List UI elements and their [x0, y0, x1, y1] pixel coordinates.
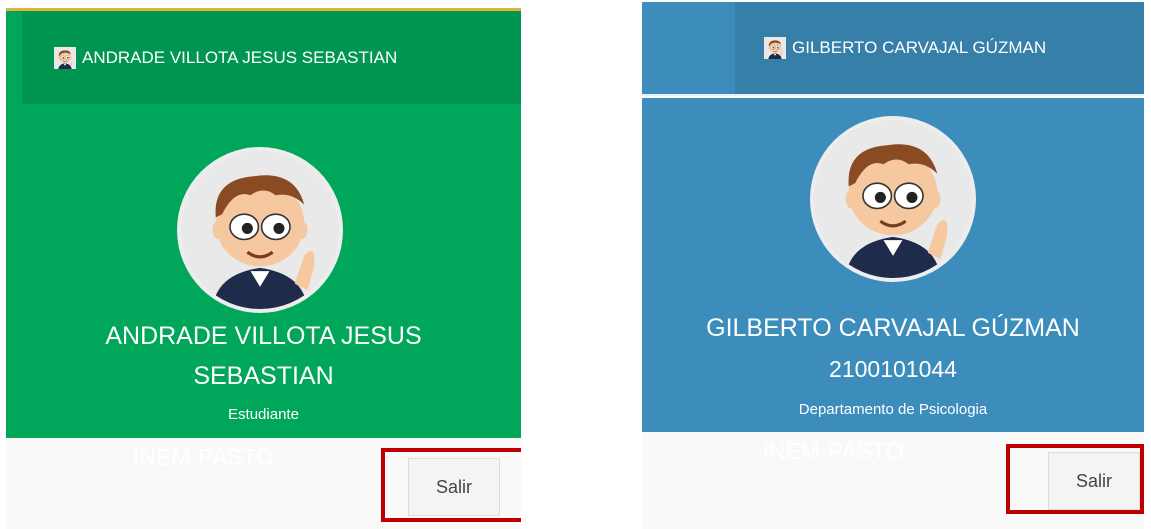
- user-header-card: GILBERTO CARVAJAL GÚZMAN 2100101044 Depa…: [642, 98, 1144, 432]
- header-user-name: ANDRADE VILLOTA JESUS SEBASTIAN: [82, 47, 398, 67]
- cartoon-boy-avatar-icon: [181, 151, 339, 309]
- user-menu-toggle-label[interactable]: ANDRADE VILLOTA JESUS SEBASTIAN: [54, 11, 397, 104]
- user-code: 2100101044: [829, 356, 957, 382]
- user-avatar: [177, 147, 343, 313]
- header-user-name: GILBERTO CARVAJAL GÚZMAN: [792, 38, 1047, 57]
- user-footer: INEM-PASTO Salir: [6, 438, 521, 529]
- user-avatar: [810, 116, 976, 282]
- logout-button[interactable]: Salir: [1048, 452, 1140, 510]
- user-full-name: GILBERTO CARVAJAL GÚZMAN: [706, 314, 1080, 342]
- user-department: Departamento de Psicologia: [798, 401, 988, 418]
- user-institution: INEM-PASTO: [762, 438, 904, 464]
- user-avatar-small-icon: [764, 37, 786, 59]
- user-footer: INEM-PASTO Salir: [642, 432, 1144, 529]
- user-menu-toggle-label[interactable]: GILBERTO CARVAJAL GÚZMAN: [764, 2, 1046, 94]
- user-panel-student: ANDRADE VILLOTA JESUS SEBASTIAN ANDRADE …: [6, 8, 521, 529]
- user-header-card: ANDRADE VILLOTA JESUS SEBASTIAN Estudian…: [6, 104, 521, 438]
- user-avatar-small-icon: [54, 47, 76, 69]
- user-full-name: ANDRADE VILLOTA JESUS SEBASTIAN: [105, 322, 422, 390]
- user-institution: INEM-PASTO: [133, 444, 274, 470]
- cartoon-boy-avatar-icon: [814, 120, 972, 278]
- user-role: Estudiante: [228, 406, 299, 423]
- user-menu-header: ANDRADE VILLOTA JESUS SEBASTIAN: [6, 8, 521, 104]
- user-panel-teacher: GILBERTO CARVAJAL GÚZMAN GILBERTO CARVAJ…: [642, 2, 1144, 529]
- logout-button[interactable]: Salir: [408, 458, 500, 516]
- user-menu-header: GILBERTO CARVAJAL GÚZMAN: [642, 2, 1144, 96]
